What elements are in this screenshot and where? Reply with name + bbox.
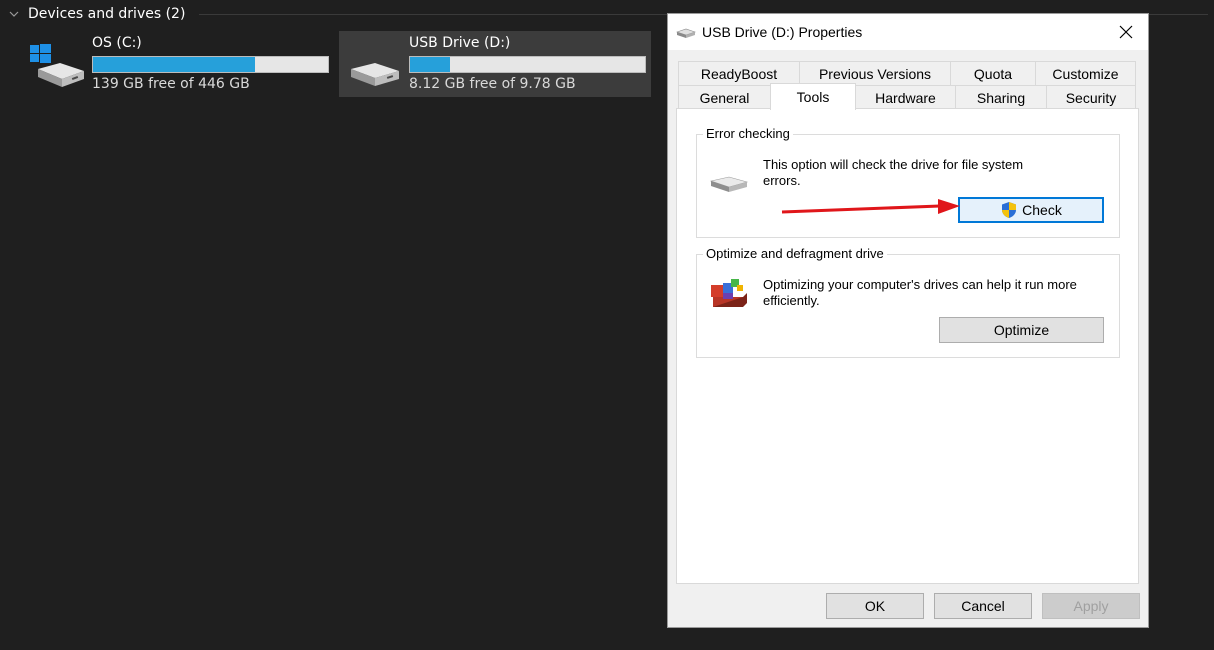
optimize-description: Optimizing your computer's drives can he… [763,277,1077,308]
section-title: Devices and drives (2) [28,6,186,22]
properties-dialog: USB Drive (D:) Properties ReadyBoost Pre… [667,13,1149,628]
drive-free-space: 8.12 GB free of 9.78 GB [409,76,576,92]
tab-sharing[interactable]: Sharing [955,85,1047,109]
optimize-group: Optimize and defragment drive Optimizing… [696,246,1120,358]
drive-usage-bar [92,56,329,73]
cancel-button[interactable]: Cancel [934,593,1032,619]
drive-name: OS (C:) [92,35,142,51]
error-checking-legend: Error checking [703,126,793,141]
drive-usage-fill [410,57,450,72]
close-button[interactable] [1104,14,1148,50]
tab-readyboost[interactable]: ReadyBoost [678,61,800,85]
tab-quota[interactable]: Quota [950,61,1036,85]
tab-customize[interactable]: Customize [1035,61,1136,85]
tab-hardware[interactable]: Hardware [855,85,956,109]
tab-security[interactable]: Security [1046,85,1136,109]
error-checking-group: Error checking This option will check th… [696,126,1120,238]
drive-usage-bar [409,56,646,73]
drive-name: USB Drive (D:) [409,35,511,51]
tab-tools[interactable]: Tools [770,83,856,110]
defragment-icon [709,275,749,318]
close-icon [1119,25,1133,39]
optimize-button[interactable]: Optimize [939,317,1104,343]
dialog-title: USB Drive (D:) Properties [702,24,863,40]
check-button-label: Check [1022,202,1062,218]
tab-general[interactable]: General [678,85,771,109]
dialog-titlebar[interactable]: USB Drive (D:) Properties [668,14,1148,50]
error-checking-description: This option will check the drive for fil… [763,157,1024,188]
tools-tab-panel: Error checking This option will check th… [676,108,1139,584]
drive-usage-fill [93,57,256,72]
drive-small-icon [676,26,696,40]
tab-previous-versions[interactable]: Previous Versions [799,61,951,85]
drive-tile-c[interactable]: OS (C:) 139 GB free of 446 GB [22,31,334,97]
chevron-down-icon[interactable] [8,8,20,20]
optimize-legend: Optimize and defragment drive [703,246,887,261]
ok-button[interactable]: OK [826,593,924,619]
uac-shield-icon [1002,202,1017,218]
drive-icon [709,173,749,200]
usb-drive-icon [347,43,403,91]
apply-button[interactable]: Apply [1042,593,1140,619]
check-button[interactable]: Check [958,197,1104,223]
drive-tile-d[interactable]: USB Drive (D:) 8.12 GB free of 9.78 GB [339,31,651,97]
drive-free-space: 139 GB free of 446 GB [92,76,250,92]
windows-drive-icon [30,43,86,91]
